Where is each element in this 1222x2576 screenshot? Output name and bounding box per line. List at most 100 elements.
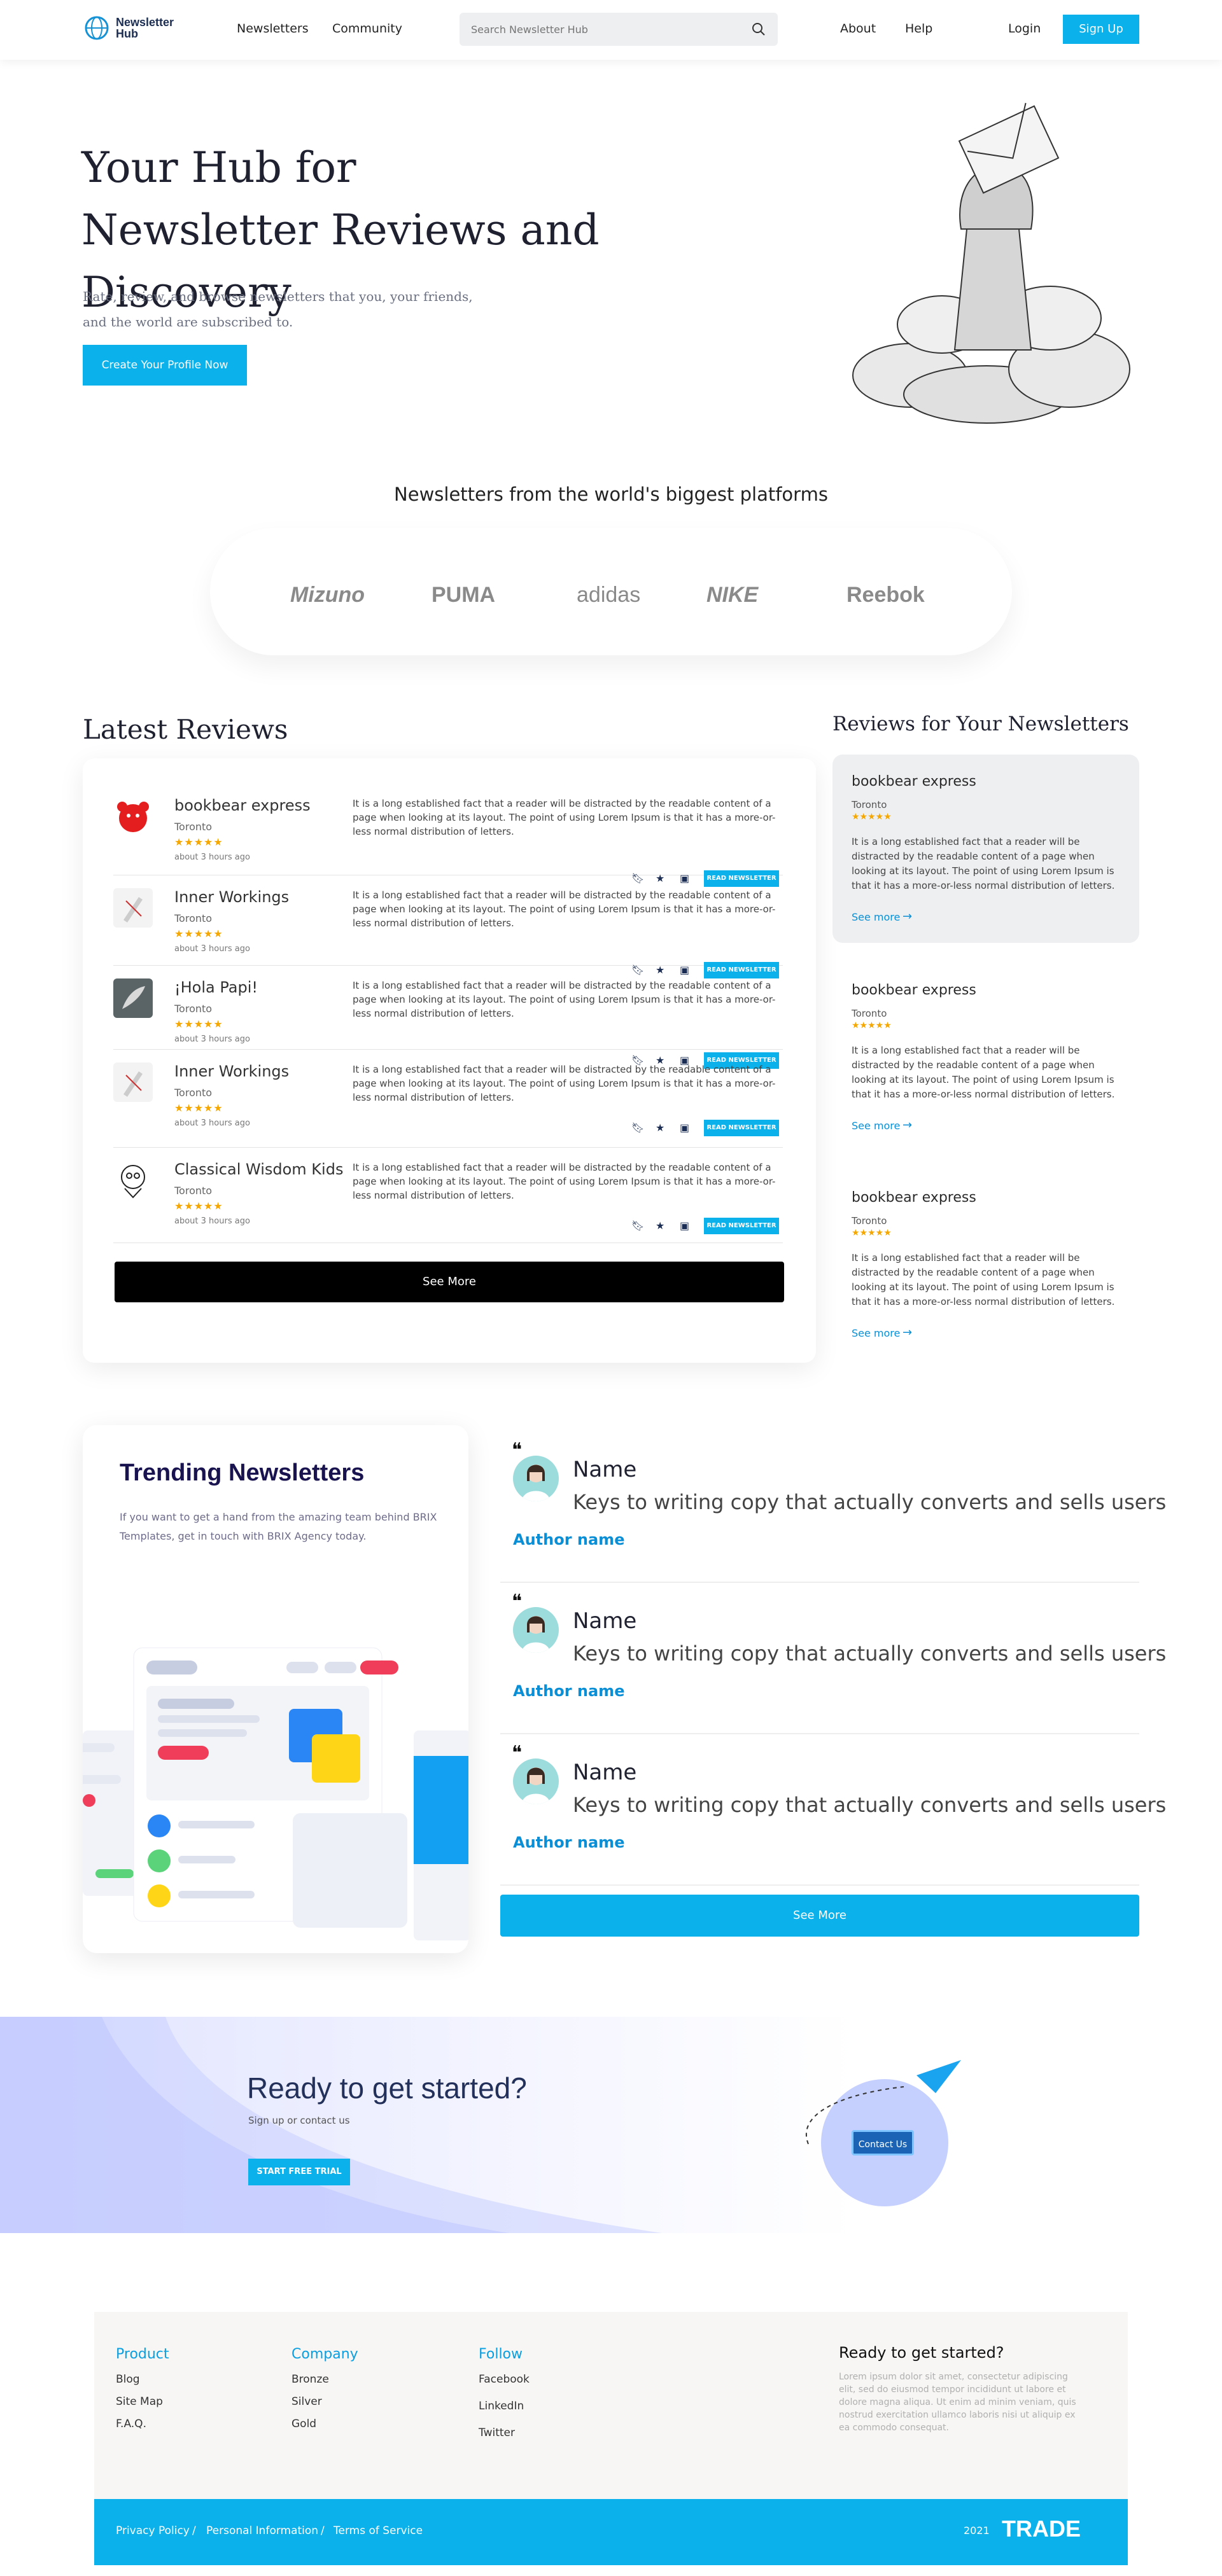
footer-link-blog[interactable]: Blog — [116, 2373, 140, 2386]
trending-subtitle: If you want to get a hand from the amazi… — [120, 1511, 437, 1542]
arrow-right-icon[interactable]: → — [902, 910, 912, 923]
see-more-trending-button[interactable]: See More — [500, 1895, 1139, 1937]
star-rating: ★★★★★ — [852, 1020, 892, 1031]
footer-link-twitter[interactable]: Twitter — [479, 2426, 515, 2439]
footer-brand: TRADE — [1002, 2516, 1081, 2542]
newsletter-name[interactable]: bookbear express — [174, 797, 311, 814]
review-text: It is a long established fact that a rea… — [852, 1045, 1115, 1100]
review-item: ¡Hola Papi! Toronto ★★★★★ about 3 hours … — [113, 966, 783, 1069]
review-item: Inner Workings Toronto ★★★★★ about 3 hou… — [113, 875, 783, 978]
footer-cta-title: Ready to get started? — [839, 2344, 1004, 2362]
terms-of-service-link[interactable]: Terms of Service — [334, 2524, 423, 2537]
nav-newsletters[interactable]: Newsletters — [237, 22, 309, 36]
logo-line-2: Hub — [116, 27, 138, 40]
search-bar — [460, 13, 778, 46]
nav-community[interactable]: Community — [332, 22, 402, 36]
bookmark-icon[interactable]: 🔖︎ — [631, 1220, 644, 1232]
review-location: Toronto — [852, 799, 887, 811]
quote-icon: ❝ — [512, 1591, 523, 1613]
author-name[interactable]: Author name — [513, 1531, 624, 1549]
review-location: Toronto — [174, 821, 213, 833]
newsletter-avatar — [113, 1160, 153, 1200]
newsletter-avatar — [113, 1062, 153, 1102]
nav-about[interactable]: About — [840, 22, 876, 36]
read-newsletter-button[interactable]: READ NEWSLETTER — [704, 1218, 779, 1234]
trending-card: Trending Newsletters If you want to get … — [83, 1425, 468, 1953]
footer-link-faq[interactable]: F.A.Q. — [116, 2418, 146, 2430]
author-photo — [513, 1607, 559, 1653]
privacy-policy-link[interactable]: Privacy Policy — [116, 2524, 190, 2537]
review-text: It is a long established fact that a rea… — [852, 1252, 1115, 1307]
star-icon[interactable]: ★ — [656, 1122, 666, 1134]
your-review-card: bookbear express Toronto ★★★★★ It is a l… — [832, 1171, 1139, 1359]
footer-link-silver[interactable]: Silver — [291, 2395, 322, 2408]
arrow-right-icon[interactable]: → — [902, 1326, 912, 1339]
star-rating: ★★★★★ — [174, 1200, 223, 1212]
see-more-link[interactable]: See more — [852, 1120, 900, 1132]
footer-link-facebook[interactable]: Facebook — [479, 2373, 530, 2386]
review-item: bookbear express Toronto ★★★★★ about 3 h… — [113, 784, 783, 887]
search-icon[interactable] — [751, 22, 766, 37]
dashboard-illustration — [83, 1647, 468, 1940]
review-location: Toronto — [852, 1215, 887, 1227]
latest-reviews-title: Latest Reviews — [83, 714, 288, 745]
testimonial-text: Keys to writing copy that actually conve… — [573, 1641, 1167, 1666]
nav-help[interactable]: Help — [905, 22, 932, 36]
review-item: Classical Wisdom Kids Toronto ★★★★★ abou… — [113, 1148, 783, 1243]
star-icon[interactable]: ★ — [656, 1220, 666, 1232]
hand-holding-letter-illustration — [852, 102, 1130, 424]
bookmark-icon[interactable]: 🔖︎ — [631, 1122, 644, 1134]
cta-title: Ready to get started? — [247, 2071, 527, 2105]
newsletter-name[interactable]: Inner Workings — [174, 1062, 289, 1080]
footer-heading-product: Product — [116, 2346, 169, 2362]
globe-logo-icon — [85, 16, 109, 40]
newsletter-name[interactable]: bookbear express — [852, 982, 976, 998]
logo[interactable]: Newsletter Hub — [84, 15, 174, 41]
nav-login[interactable]: Login — [1008, 22, 1041, 36]
footer-link-bronze[interactable]: Bronze — [291, 2373, 329, 2386]
footer-link-gold[interactable]: Gold — [291, 2418, 316, 2430]
star-rating: ★★★★★ — [174, 928, 223, 940]
platforms-title: Newsletters from the world's biggest pla… — [394, 484, 828, 505]
newsletter-name[interactable]: Inner Workings — [174, 888, 289, 906]
logo-text: Newsletter Hub — [116, 17, 174, 40]
newsletter-name[interactable]: bookbear express — [852, 774, 976, 790]
subscribe-icon[interactable]: ▣ — [680, 1220, 690, 1232]
review-actions: 🔖︎ ★ ▣ READ NEWSLETTER — [631, 1120, 779, 1136]
arrow-right-icon[interactable]: → — [902, 1118, 912, 1132]
testimonial: ❝ Name Keys to writing copy that actuall… — [500, 1431, 1166, 1583]
your-reviews-title: Reviews for Your Newsletters — [832, 713, 1129, 735]
review-text: It is a long established fact that a rea… — [353, 798, 776, 837]
hero-subtitle: Rate, review, and browse newsletters tha… — [83, 289, 473, 330]
footer-link-linkedin[interactable]: LinkedIn — [479, 2400, 524, 2412]
author-name[interactable]: Author name — [513, 1682, 624, 1700]
personal-information-link[interactable]: Personal Information — [206, 2524, 318, 2537]
contact-us-button[interactable]: Contact Us — [852, 2130, 914, 2155]
star-rating: ★★★★★ — [174, 1102, 223, 1114]
read-newsletter-button[interactable]: READ NEWSLETTER — [704, 1120, 779, 1136]
top-navbar: Newsletter Hub Newsletters Community Abo… — [0, 0, 1222, 60]
start-free-trial-button[interactable]: START FREE TRIAL — [248, 2159, 350, 2185]
author-name[interactable]: Author name — [513, 1834, 624, 1851]
create-profile-button[interactable]: Create Your Profile Now — [83, 345, 247, 386]
review-time: about 3 hours ago — [174, 853, 250, 862]
see-more-link[interactable]: See more — [852, 1327, 900, 1339]
footer-separator: / — [321, 2524, 325, 2537]
newsletter-name[interactable]: Classical Wisdom Kids — [174, 1160, 343, 1178]
review-actions: 🔖︎ ★ ▣ READ NEWSLETTER — [631, 1218, 779, 1234]
review-time: about 3 hours ago — [174, 1118, 250, 1128]
newsletter-name[interactable]: ¡Hola Papi! — [174, 978, 258, 996]
testimonial-name: Name — [573, 1760, 637, 1785]
footer-year: 2021 — [964, 2524, 990, 2537]
testimonial-text: Keys to writing copy that actually conve… — [573, 1793, 1167, 1817]
review-text: It is a long established fact that a rea… — [353, 980, 776, 1019]
footer-separator: / — [192, 2524, 196, 2537]
see-more-reviews-button[interactable]: See More — [115, 1262, 784, 1302]
footer-link-site-map[interactable]: Site Map — [116, 2395, 163, 2408]
newsletter-name[interactable]: bookbear express — [852, 1190, 976, 1206]
subscribe-icon[interactable]: ▣ — [680, 1122, 690, 1134]
search-input[interactable] — [471, 20, 738, 38]
see-more-link[interactable]: See more — [852, 911, 900, 923]
signup-button[interactable]: Sign Up — [1063, 15, 1139, 44]
reebok-logo: Reebok — [846, 583, 925, 607]
